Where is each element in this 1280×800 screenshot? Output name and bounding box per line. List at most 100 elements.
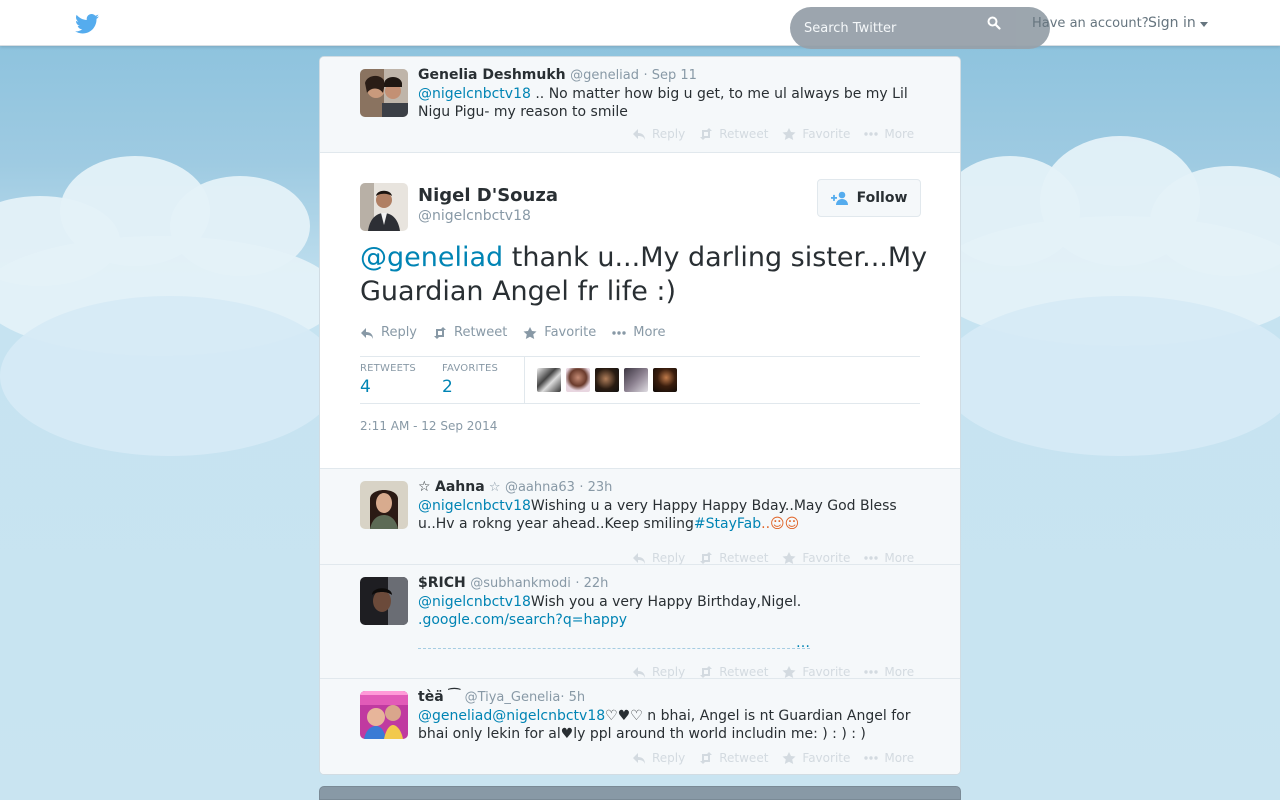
retweets-count[interactable]: 4 xyxy=(360,377,416,397)
tweet-body-tail: ..☺☺ xyxy=(761,516,800,532)
bottom-panel-edge xyxy=(319,786,961,800)
chevron-down-icon xyxy=(1199,21,1208,27)
follow-button[interactable]: Follow xyxy=(817,179,921,217)
avatar[interactable] xyxy=(595,368,619,392)
more-button[interactable]: More xyxy=(864,127,914,141)
favorite-button[interactable]: Favorite xyxy=(782,751,850,765)
more-label: More xyxy=(884,665,915,679)
more-button[interactable]: More xyxy=(864,665,914,679)
reply-tweet[interactable]: $RICH @subhankmodi · 22h @nigelcnbctv18W… xyxy=(320,565,960,679)
tweet-stats: RETWEETS 4 FAVORITES 2 xyxy=(360,356,920,404)
favorite-button[interactable]: Favorite xyxy=(523,325,596,340)
hashtag-link[interactable]: #StayFab xyxy=(694,516,761,532)
ellipsis-icon xyxy=(864,756,879,760)
retweet-icon xyxy=(700,552,713,564)
author-name[interactable]: ☆ Aahna xyxy=(418,479,485,495)
retweet-icon xyxy=(700,752,713,764)
author-handle[interactable]: @Tiya_Genelia xyxy=(465,690,561,705)
author-name[interactable]: Genelia Deshmukh xyxy=(418,67,566,83)
tweet-header: ☆ Aahna ☆ @aahna63 · 23h xyxy=(418,479,612,495)
star-icon xyxy=(782,552,796,564)
avatar[interactable] xyxy=(360,481,408,529)
avatar[interactable] xyxy=(360,577,408,625)
url-link[interactable]: .google.com/search?q=happy xyxy=(418,612,627,628)
ellipsis-icon xyxy=(864,556,879,560)
favorites-count[interactable]: 2 xyxy=(442,377,498,397)
favorites-stat[interactable]: FAVORITES 2 xyxy=(442,363,498,397)
signin-menu[interactable]: Sign in xyxy=(1148,15,1208,31)
avatar[interactable] xyxy=(537,368,561,392)
tweet-actions: Reply Retweet Favorite More xyxy=(632,551,928,565)
retweets-stat[interactable]: RETWEETS 4 xyxy=(360,363,416,397)
reply-button[interactable]: Reply xyxy=(360,325,417,340)
more-label: More xyxy=(884,551,915,565)
avatar[interactable] xyxy=(360,69,408,117)
tweet-time[interactable]: · 23h xyxy=(579,480,612,495)
add-user-icon xyxy=(830,191,848,205)
favorite-button[interactable]: Favorite xyxy=(782,127,850,141)
retweet-label: Retweet xyxy=(719,127,769,141)
favorite-button[interactable]: Favorite xyxy=(782,665,850,679)
tweet-time[interactable]: · 5h xyxy=(560,690,585,705)
avatar[interactable] xyxy=(653,368,677,392)
tweet-permalink-container: Genelia Deshmukh @geneliad · Sep 11 @nig… xyxy=(319,56,961,775)
main-tweet: Nigel D'Souza @nigelcnbctv18 Follow @gen… xyxy=(320,153,960,469)
reply-button[interactable]: Reply xyxy=(632,551,685,565)
favorite-label: Favorite xyxy=(802,127,851,141)
avatar[interactable] xyxy=(624,368,648,392)
signin-label[interactable]: Sign in xyxy=(1148,15,1196,31)
retweet-button[interactable]: Retweet xyxy=(699,751,768,765)
author-handle[interactable]: @geneliad xyxy=(570,68,639,83)
retweet-label: Retweet xyxy=(454,325,508,340)
avatar[interactable] xyxy=(566,368,590,392)
author-name[interactable]: tèä ⁀ xyxy=(418,689,460,705)
favorite-button[interactable]: Favorite xyxy=(782,551,850,565)
link-ellipsis[interactable]: … xyxy=(796,635,810,651)
tweet-header: tèä ⁀ @Tiya_Genelia· 5h xyxy=(418,689,585,705)
more-label: More xyxy=(633,325,666,340)
star-icon xyxy=(782,666,796,678)
more-button[interactable]: More xyxy=(864,751,914,765)
twitter-bird-icon[interactable] xyxy=(75,14,99,34)
retweet-button[interactable]: Retweet xyxy=(699,551,768,565)
retweet-button[interactable]: Retweet xyxy=(699,665,768,679)
reply-button[interactable]: Reply xyxy=(632,127,685,141)
mention-link[interactable]: @nigelcnbctv18 xyxy=(418,498,531,514)
reply-icon xyxy=(361,327,373,339)
tweet-actions: Reply Retweet Favorite More xyxy=(360,325,681,340)
engager-avatars xyxy=(537,368,677,392)
reply-button[interactable]: Reply xyxy=(632,751,685,765)
avatar[interactable] xyxy=(360,691,408,739)
tweet-header: Genelia Deshmukh @geneliad · Sep 11 xyxy=(418,67,697,83)
author-name[interactable]: Nigel D'Souza xyxy=(418,185,558,206)
tweet-time[interactable]: · 22h xyxy=(575,576,608,591)
reply-tweet[interactable]: tèä ⁀ @Tiya_Genelia· 5h @geneliad@nigelc… xyxy=(320,679,960,774)
tweet-time[interactable]: · Sep 11 xyxy=(643,68,696,83)
mention-link[interactable]: @geneliad xyxy=(360,242,503,273)
search-icon[interactable] xyxy=(987,16,1001,30)
author-name-text: Aahna xyxy=(435,479,485,495)
avatar[interactable] xyxy=(360,183,408,231)
reply-button[interactable]: Reply xyxy=(632,665,685,679)
tweet-timestamp[interactable]: 2:11 AM - 12 Sep 2014 xyxy=(360,419,497,433)
star-icon xyxy=(782,128,796,140)
more-button[interactable]: More xyxy=(612,325,665,340)
author-handle[interactable]: @subhankmodi xyxy=(470,576,571,591)
mention-link[interactable]: @nigelcnbctv18 xyxy=(418,86,531,102)
retweet-button[interactable]: Retweet xyxy=(433,325,507,340)
mention-link[interactable]: @nigelcnbctv18 xyxy=(418,594,531,610)
search-input[interactable] xyxy=(804,19,984,37)
mention-link[interactable]: @nigelcnbctv18 xyxy=(492,708,605,724)
ellipsis-icon xyxy=(864,670,879,674)
author-handle[interactable]: @aahna63 xyxy=(505,480,575,495)
favorite-label: Favorite xyxy=(802,551,851,565)
truncated-link[interactable] xyxy=(418,635,810,649)
context-tweet[interactable]: Genelia Deshmukh @geneliad · Sep 11 @nig… xyxy=(320,57,960,153)
author-name[interactable]: $RICH xyxy=(418,575,466,591)
tweet-actions: Reply Retweet Favorite More xyxy=(632,127,928,141)
reply-tweet[interactable]: ☆ Aahna ☆ @aahna63 · 23h @nigelcnbctv18W… xyxy=(320,469,960,565)
author-handle[interactable]: @nigelcnbctv18 xyxy=(418,208,531,224)
more-button[interactable]: More xyxy=(864,551,914,565)
mention-link[interactable]: @geneliad xyxy=(418,708,492,724)
retweet-button[interactable]: Retweet xyxy=(699,127,768,141)
